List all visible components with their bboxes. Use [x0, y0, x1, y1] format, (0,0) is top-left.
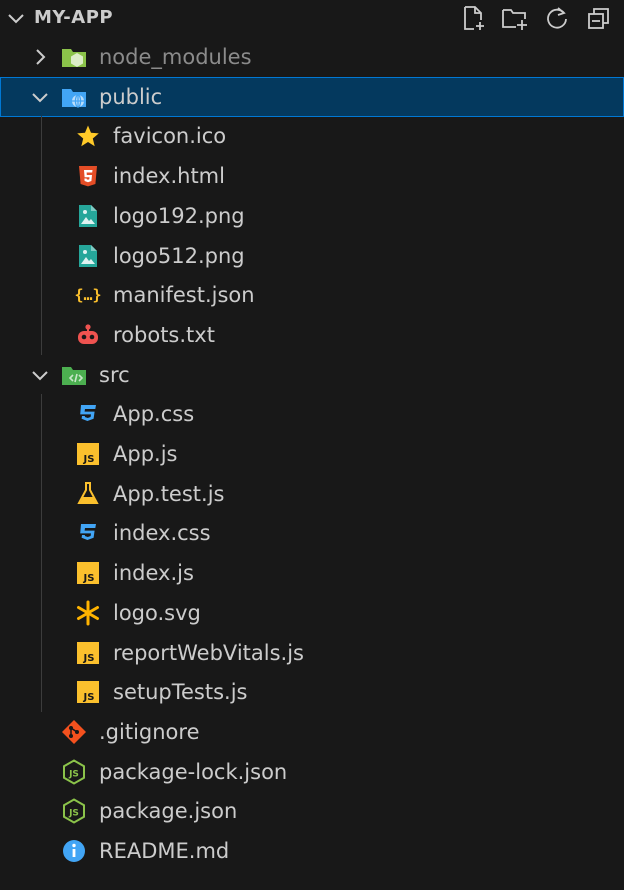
- tree-file-row[interactable]: {…} manifest.json: [0, 275, 624, 315]
- chevron-right-icon[interactable]: [29, 46, 51, 68]
- js-icon: JS: [75, 441, 101, 467]
- tree-file-row[interactable]: JS package-lock.json: [0, 752, 624, 792]
- tree-file-row[interactable]: JS setupTests.js: [0, 672, 624, 712]
- tree-item-label: public: [99, 85, 163, 109]
- tree-file-row[interactable]: index.html: [0, 156, 624, 196]
- js-icon: JS: [75, 679, 101, 705]
- image-icon: [75, 243, 101, 269]
- tree-item-label: manifest.json: [113, 283, 255, 307]
- new-file-icon[interactable]: [458, 4, 488, 32]
- js-icon: JS: [75, 560, 101, 586]
- css3-icon: [75, 401, 101, 427]
- tree-file-row[interactable]: .gitignore: [0, 712, 624, 752]
- tree-item-label: src: [99, 363, 130, 387]
- tree-item-label: logo512.png: [113, 244, 245, 268]
- tree-file-row[interactable]: JS package.json: [0, 791, 624, 831]
- tree-folder-row[interactable]: src: [0, 355, 624, 395]
- node-folder-icon: [61, 44, 87, 70]
- flask-icon: [75, 481, 101, 507]
- tree-item-label: index.js: [113, 561, 194, 585]
- tree-file-row[interactable]: README.md: [0, 831, 624, 871]
- tree-file-row[interactable]: App.css: [0, 394, 624, 434]
- tree-item-label: reportWebVitals.js: [113, 641, 304, 665]
- git-icon: [61, 719, 87, 745]
- tree-file-row[interactable]: logo.svg: [0, 593, 624, 633]
- collapse-all-icon[interactable]: [584, 4, 614, 32]
- tree-file-row[interactable]: robots.txt: [0, 315, 624, 355]
- tree-item-label: index.html: [113, 164, 225, 188]
- chevron-down-icon[interactable]: [29, 364, 51, 386]
- public-folder-icon: [61, 84, 87, 110]
- tree-file-row[interactable]: JS App.js: [0, 434, 624, 474]
- robot-icon: [75, 322, 101, 348]
- tree-item-label: favicon.ico: [113, 124, 227, 148]
- workspace-title: MY-APP: [34, 7, 114, 28]
- json-braces-icon: {…}: [75, 282, 101, 308]
- tree-item-label: package.json: [99, 799, 238, 823]
- chevron-down-icon[interactable]: [29, 86, 51, 108]
- star-icon: [75, 123, 101, 149]
- tree-file-row[interactable]: App.test.js: [0, 474, 624, 514]
- new-folder-icon[interactable]: [500, 4, 530, 32]
- tree-item-label: logo.svg: [113, 601, 201, 625]
- js-icon: JS: [75, 640, 101, 666]
- tree-file-row[interactable]: index.css: [0, 513, 624, 553]
- tree-item-label: App.test.js: [113, 482, 225, 506]
- tree-item-label: robots.txt: [113, 323, 215, 347]
- tree-item-label: logo192.png: [113, 204, 245, 228]
- tree-file-row[interactable]: favicon.ico: [0, 116, 624, 156]
- image-icon: [75, 203, 101, 229]
- nodejs-icon: JS: [61, 798, 87, 824]
- tree-folder-row[interactable]: node_modules: [0, 37, 624, 77]
- tree-item-label: App.js: [113, 442, 178, 466]
- nodejs-icon: JS: [61, 759, 87, 785]
- info-icon: [61, 838, 87, 864]
- tree-item-label: setupTests.js: [113, 680, 248, 704]
- indent-guide: [41, 116, 42, 355]
- explorer-header[interactable]: MY-APP: [0, 0, 624, 36]
- tree-item-label: index.css: [113, 521, 211, 545]
- svg-text:JS: JS: [83, 573, 95, 584]
- tree-item-label: README.md: [99, 839, 230, 863]
- tree-item-label: node_modules: [99, 45, 252, 69]
- tree-item-label: package-lock.json: [99, 760, 288, 784]
- css3-icon: [75, 520, 101, 546]
- tree-file-row[interactable]: JS index.js: [0, 553, 624, 593]
- svg-text:JS: JS: [68, 770, 79, 780]
- indent-guide: [41, 394, 42, 712]
- tree-folder-row[interactable]: public: [0, 77, 624, 117]
- src-folder-icon: [61, 362, 87, 388]
- chevron-down-icon[interactable]: [6, 8, 26, 32]
- tree-file-row[interactable]: logo192.png: [0, 196, 624, 236]
- svg-text:JS: JS: [68, 809, 79, 819]
- svg-text:{…}: {…}: [75, 286, 101, 304]
- tree-item-label: App.css: [113, 402, 195, 426]
- svg-text:JS: JS: [83, 692, 95, 703]
- svg-text:JS: JS: [83, 653, 95, 664]
- svg-text:JS: JS: [83, 454, 95, 465]
- tree-file-row[interactable]: logo512.png: [0, 236, 624, 276]
- html5-icon: [75, 163, 101, 189]
- tree-item-label: .gitignore: [99, 720, 200, 744]
- explorer-actions: [458, 4, 614, 32]
- refresh-icon[interactable]: [542, 4, 572, 32]
- svg-asterisk-icon: [75, 600, 101, 626]
- tree-file-row[interactable]: JS reportWebVitals.js: [0, 633, 624, 673]
- explorer-panel: MY-APP node_modulespublic favicon.ico inde…: [0, 0, 624, 890]
